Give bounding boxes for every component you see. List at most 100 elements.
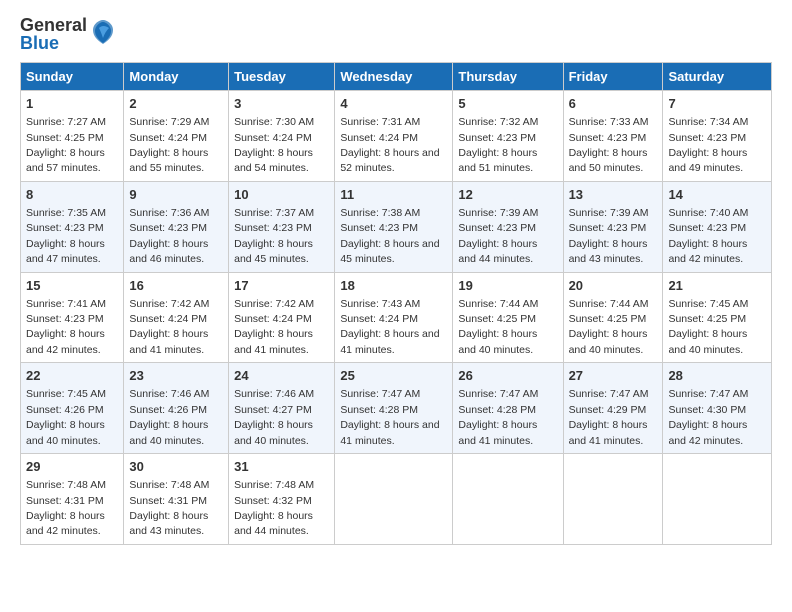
cell-info: Sunrise: 7:32 AMSunset: 4:23 PMDaylight:…: [458, 116, 538, 174]
table-row: 19 Sunrise: 7:44 AMSunset: 4:25 PMDayligh…: [453, 272, 563, 363]
day-number: 22: [26, 367, 118, 385]
table-row: 8 Sunrise: 7:35 AMSunset: 4:23 PMDaylight…: [21, 181, 124, 272]
table-row: 7 Sunrise: 7:34 AMSunset: 4:23 PMDaylight…: [663, 91, 772, 182]
day-number: 8: [26, 186, 118, 204]
table-row: 25 Sunrise: 7:47 AMSunset: 4:28 PMDayligh…: [335, 363, 453, 454]
table-row: 17 Sunrise: 7:42 AMSunset: 4:24 PMDayligh…: [229, 272, 335, 363]
table-row: 27 Sunrise: 7:47 AMSunset: 4:29 PMDayligh…: [563, 363, 663, 454]
day-number: 4: [340, 95, 447, 113]
table-row: 26Sunrise: 7:47 AMSunset: 4:28 PMDayligh…: [453, 363, 563, 454]
table-row: 16 Sunrise: 7:42 AMSunset: 4:24 PMDayligh…: [124, 272, 229, 363]
cell-info: Sunrise: 7:31 AMSunset: 4:24 PMDaylight:…: [340, 116, 439, 174]
table-row: [335, 454, 453, 545]
cell-info: Sunrise: 7:38 AMSunset: 4:23 PMDaylight:…: [340, 207, 439, 265]
cell-info: Sunrise: 7:39 AMSunset: 4:23 PMDaylight:…: [569, 207, 649, 265]
table-row: [663, 454, 772, 545]
day-number: 5: [458, 95, 557, 113]
day-number: 21: [668, 277, 766, 295]
table-row: 23 Sunrise: 7:46 AMSunset: 4:26 PMDayligh…: [124, 363, 229, 454]
cell-info: Sunrise: 7:36 AMSunset: 4:23 PMDaylight:…: [129, 207, 209, 265]
logo-blue: Blue: [20, 34, 87, 52]
day-number: 27: [569, 367, 658, 385]
calendar-week-4: 22 Sunrise: 7:45 AMSunset: 4:26 PMDayligh…: [21, 363, 772, 454]
table-row: 6 Sunrise: 7:33 AMSunset: 4:23 PMDaylight…: [563, 91, 663, 182]
table-row: 4 Sunrise: 7:31 AMSunset: 4:24 PMDaylight…: [335, 91, 453, 182]
day-number: 29: [26, 458, 118, 476]
table-row: [563, 454, 663, 545]
cell-info: Sunrise: 7:45 AMSunset: 4:26 PMDaylight:…: [26, 388, 106, 446]
table-row: 22 Sunrise: 7:45 AMSunset: 4:26 PMDayligh…: [21, 363, 124, 454]
day-number: 25: [340, 367, 447, 385]
cell-info: Sunrise: 7:42 AMSunset: 4:24 PMDaylight:…: [129, 298, 209, 356]
cell-info: Sunrise: 7:27 AMSunset: 4:25 PMDaylight:…: [26, 116, 106, 174]
table-row: 24 Sunrise: 7:46 AMSunset: 4:27 PMDayligh…: [229, 363, 335, 454]
day-number: 6: [569, 95, 658, 113]
logo: General Blue: [20, 16, 117, 52]
day-number: 3: [234, 95, 329, 113]
day-number: 28: [668, 367, 766, 385]
cell-info: Sunrise: 7:48 AMSunset: 4:32 PMDaylight:…: [234, 479, 314, 537]
table-row: [453, 454, 563, 545]
calendar-week-2: 8 Sunrise: 7:35 AMSunset: 4:23 PMDaylight…: [21, 181, 772, 272]
col-tuesday: Tuesday: [229, 63, 335, 91]
cell-info: Sunrise: 7:43 AMSunset: 4:24 PMDaylight:…: [340, 298, 439, 356]
cell-info: Sunrise: 7:30 AMSunset: 4:24 PMDaylight:…: [234, 116, 314, 174]
cell-info: Sunrise: 7:37 AMSunset: 4:23 PMDaylight:…: [234, 207, 314, 265]
cell-info: Sunrise: 7:46 AMSunset: 4:26 PMDaylight:…: [129, 388, 209, 446]
cell-info: Sunrise: 7:39 AMSunset: 4:23 PMDaylight:…: [458, 207, 538, 265]
col-sunday: Sunday: [21, 63, 124, 91]
header-row: Sunday Monday Tuesday Wednesday Thursday…: [21, 63, 772, 91]
table-row: 12 Sunrise: 7:39 AMSunset: 4:23 PMDayligh…: [453, 181, 563, 272]
day-number: 12: [458, 186, 557, 204]
cell-info: Sunrise: 7:48 AMSunset: 4:31 PMDaylight:…: [26, 479, 106, 537]
table-row: 3 Sunrise: 7:30 AMSunset: 4:24 PMDaylight…: [229, 91, 335, 182]
table-row: 11Sunrise: 7:38 AMSunset: 4:23 PMDayligh…: [335, 181, 453, 272]
cell-info: Sunrise: 7:47 AMSunset: 4:29 PMDaylight:…: [569, 388, 649, 446]
day-number: 31: [234, 458, 329, 476]
header: General Blue: [20, 16, 772, 52]
cell-info: Sunrise: 7:41 AMSunset: 4:23 PMDaylight:…: [26, 298, 106, 356]
logo-bird-icon: [89, 18, 117, 50]
cell-info: Sunrise: 7:34 AMSunset: 4:23 PMDaylight:…: [668, 116, 748, 174]
table-row: 13 Sunrise: 7:39 AMSunset: 4:23 PMDayligh…: [563, 181, 663, 272]
cell-info: Sunrise: 7:44 AMSunset: 4:25 PMDaylight:…: [569, 298, 649, 356]
cell-info: Sunrise: 7:47 AMSunset: 4:30 PMDaylight:…: [668, 388, 748, 446]
col-wednesday: Wednesday: [335, 63, 453, 91]
cell-info: Sunrise: 7:33 AMSunset: 4:23 PMDaylight:…: [569, 116, 649, 174]
day-number: 1: [26, 95, 118, 113]
table-row: 14 Sunrise: 7:40 AMSunset: 4:23 PMDayligh…: [663, 181, 772, 272]
logo-general: General: [20, 16, 87, 34]
day-number: 23: [129, 367, 223, 385]
table-row: 20Sunrise: 7:44 AMSunset: 4:25 PMDayligh…: [563, 272, 663, 363]
cell-info: Sunrise: 7:46 AMSunset: 4:27 PMDaylight:…: [234, 388, 314, 446]
table-row: 10Sunrise: 7:37 AMSunset: 4:23 PMDayligh…: [229, 181, 335, 272]
day-number: 24: [234, 367, 329, 385]
table-row: 5 Sunrise: 7:32 AMSunset: 4:23 PMDaylight…: [453, 91, 563, 182]
cell-info: Sunrise: 7:35 AMSunset: 4:23 PMDaylight:…: [26, 207, 106, 265]
cell-info: Sunrise: 7:47 AMSunset: 4:28 PMDaylight:…: [340, 388, 439, 446]
day-number: 19: [458, 277, 557, 295]
cell-info: Sunrise: 7:45 AMSunset: 4:25 PMDaylight:…: [668, 298, 748, 356]
day-number: 30: [129, 458, 223, 476]
table-row: 18Sunrise: 7:43 AMSunset: 4:24 PMDayligh…: [335, 272, 453, 363]
calendar-week-3: 15 Sunrise: 7:41 AMSunset: 4:23 PMDayligh…: [21, 272, 772, 363]
table-row: 28 Sunrise: 7:47 AMSunset: 4:30 PMDayligh…: [663, 363, 772, 454]
table-row: 30Sunrise: 7:48 AMSunset: 4:31 PMDayligh…: [124, 454, 229, 545]
table-row: 29 Sunrise: 7:48 AMSunset: 4:31 PMDayligh…: [21, 454, 124, 545]
day-number: 9: [129, 186, 223, 204]
page: General Blue Sunday Monday Tuesday Wedne…: [0, 0, 792, 555]
cell-info: Sunrise: 7:47 AMSunset: 4:28 PMDaylight:…: [458, 388, 538, 446]
table-row: 21 Sunrise: 7:45 AMSunset: 4:25 PMDayligh…: [663, 272, 772, 363]
col-thursday: Thursday: [453, 63, 563, 91]
day-number: 13: [569, 186, 658, 204]
day-number: 14: [668, 186, 766, 204]
day-number: 7: [668, 95, 766, 113]
cell-info: Sunrise: 7:42 AMSunset: 4:24 PMDaylight:…: [234, 298, 314, 356]
col-saturday: Saturday: [663, 63, 772, 91]
col-monday: Monday: [124, 63, 229, 91]
day-number: 16: [129, 277, 223, 295]
day-number: 17: [234, 277, 329, 295]
cell-info: Sunrise: 7:40 AMSunset: 4:23 PMDaylight:…: [668, 207, 748, 265]
day-number: 15: [26, 277, 118, 295]
cell-info: Sunrise: 7:44 AMSunset: 4:25 PMDaylight:…: [458, 298, 538, 356]
